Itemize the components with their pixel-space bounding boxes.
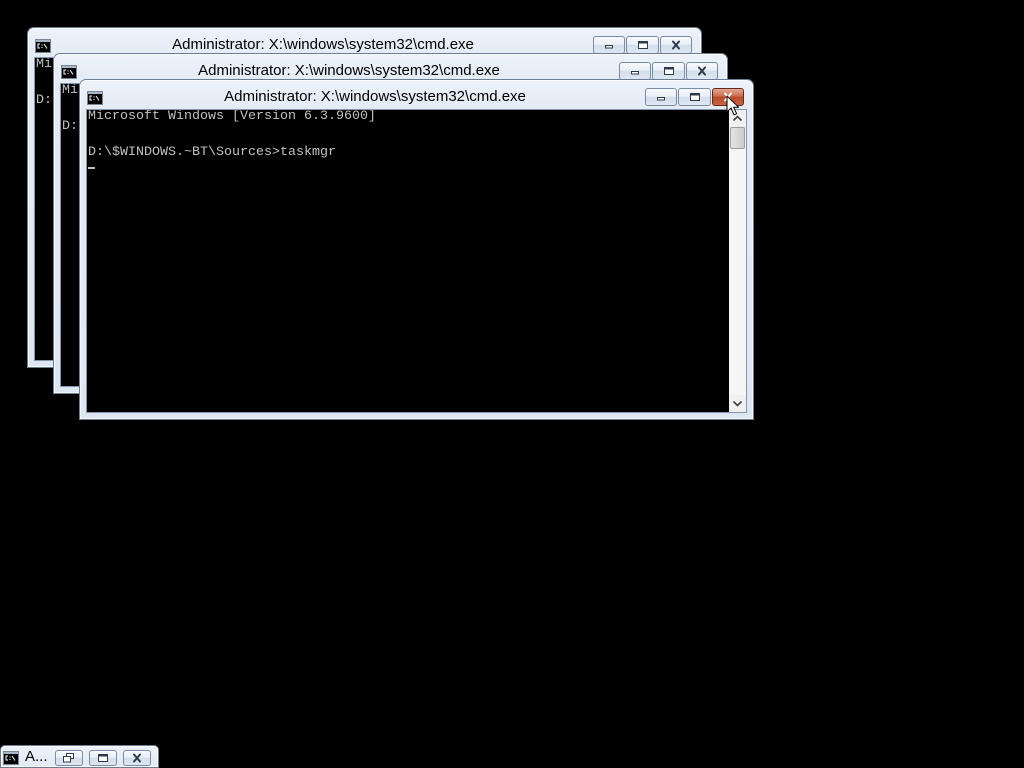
- minimized-window[interactable]: A...: [0, 745, 159, 768]
- icon-shape: [133, 753, 141, 763]
- icon-shape: [726, 95, 740, 116]
- minimize-button[interactable]: [645, 88, 677, 106]
- chevron-down-icon: [732, 400, 743, 407]
- caption-buttons: [619, 62, 718, 80]
- minimize-icon: [657, 97, 665, 101]
- icon-shape: [732, 400, 743, 407]
- minimize-button[interactable]: [593, 36, 625, 54]
- vertical-scrollbar[interactable]: [729, 110, 746, 412]
- icon-strip: [62, 66, 76, 68]
- console-prompt-line: D:: [36, 93, 52, 108]
- icon-strip: [88, 92, 102, 94]
- maximize-button[interactable]: [678, 88, 711, 106]
- maximize-button[interactable]: [626, 36, 659, 54]
- close-icon: [672, 40, 680, 50]
- icon-strip: [36, 40, 50, 42]
- cmd-window-active[interactable]: Administrator: X:\windows\system32\cmd.e…: [79, 79, 754, 420]
- console-banner-line: Mi: [62, 83, 78, 98]
- restore-icon: [63, 753, 74, 763]
- window-title: Administrator: X:\windows\system32\cmd.e…: [224, 88, 526, 105]
- console-text-area[interactable]: Microsoft Windows [Version 6.3.9600] D:\…: [87, 110, 729, 412]
- close-icon: [133, 753, 141, 763]
- icon-shape: [638, 41, 647, 44]
- maximize-icon: [663, 67, 674, 75]
- console-icon: [87, 91, 103, 105]
- console-cursor: [88, 167, 95, 169]
- icon-shape: [98, 754, 108, 757]
- scrollbar-thumb[interactable]: [730, 127, 745, 149]
- icon-strip: [4, 752, 18, 754]
- close-button[interactable]: [660, 36, 692, 54]
- minimized-window-title: A...: [25, 748, 48, 765]
- console-banner-line: Mi: [36, 57, 52, 72]
- caption-buttons: [593, 36, 692, 54]
- icon-shape: [672, 40, 680, 50]
- title-bar[interactable]: Administrator: X:\windows\system32\cmd.e…: [79, 79, 754, 109]
- icon-shape: [732, 115, 743, 122]
- icon-shape: [63, 756, 71, 763]
- console-area[interactable]: Microsoft Windows [Version 6.3.9600] D:\…: [86, 109, 747, 413]
- close-button[interactable]: [123, 750, 151, 766]
- icon-shape: [631, 71, 639, 75]
- icon-shape: [690, 93, 699, 96]
- minimize-button[interactable]: [619, 62, 651, 80]
- console-prompt-line: D:: [62, 119, 78, 134]
- maximize-button[interactable]: [89, 750, 117, 766]
- console-prompt-line: D:\$WINDOWS.~BT\Sources>taskmgr: [88, 145, 336, 160]
- icon-shape: [664, 67, 673, 70]
- maximize-button[interactable]: [652, 62, 685, 80]
- minimize-icon: [631, 71, 639, 75]
- maximize-icon: [98, 754, 108, 762]
- close-button[interactable]: [686, 62, 718, 80]
- icon-shape: [698, 66, 706, 76]
- window-title: Administrator: X:\windows\system32\cmd.e…: [198, 62, 500, 79]
- maximize-icon: [637, 41, 648, 49]
- console-banner-line: Microsoft Windows [Version 6.3.9600]: [88, 109, 376, 124]
- scrollbar-track[interactable]: [729, 127, 746, 395]
- icon-shape: [605, 45, 613, 49]
- maximize-icon: [689, 93, 700, 101]
- minimize-icon: [605, 45, 613, 49]
- window-title: Administrator: X:\windows\system32\cmd.e…: [172, 36, 474, 53]
- restore-button[interactable]: [55, 750, 83, 766]
- console-icon: [61, 65, 77, 79]
- console-icon: [35, 39, 51, 53]
- icon-shape: [657, 97, 665, 101]
- arrow-cursor-icon: [726, 95, 740, 116]
- console-icon: [3, 751, 19, 765]
- close-icon: [698, 66, 706, 76]
- scroll-down-button[interactable]: [729, 395, 746, 412]
